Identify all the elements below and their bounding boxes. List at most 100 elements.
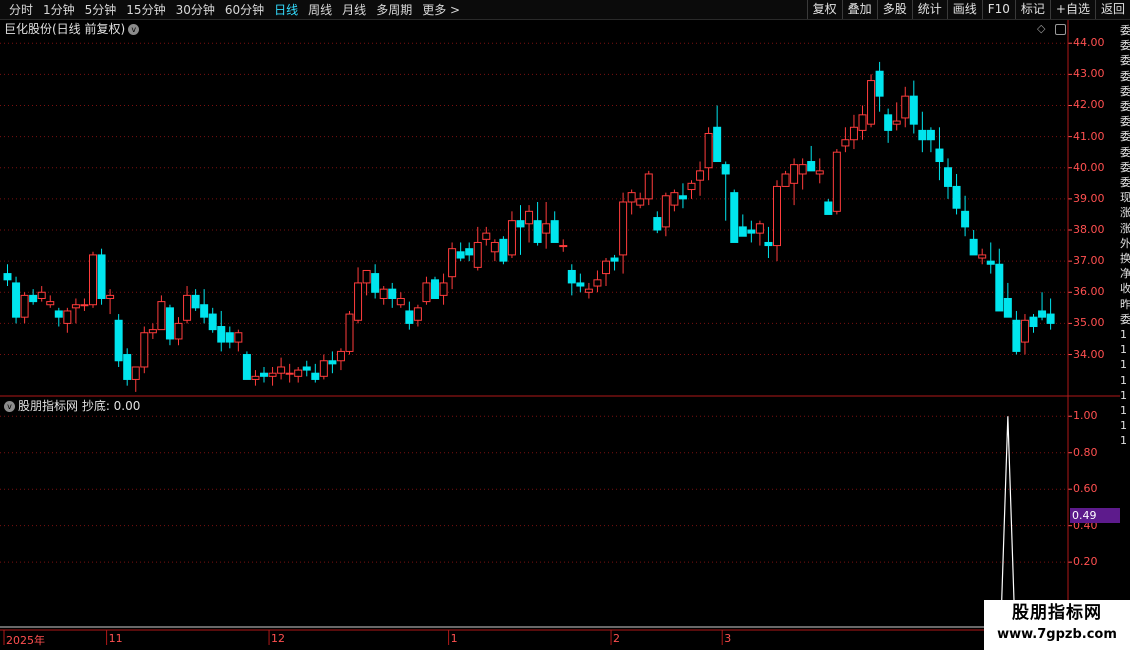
down-candle [499, 236, 508, 265]
candle-body [311, 372, 320, 380]
down-candle [191, 289, 200, 311]
down-candle [328, 351, 337, 374]
candle-body [1020, 319, 1029, 343]
chart-canvas[interactable] [0, 0, 1130, 650]
up-candle [336, 348, 345, 371]
up-candle [277, 357, 286, 380]
candle-body [841, 139, 850, 147]
candle-body [995, 263, 1004, 312]
candle-body [439, 282, 448, 296]
down-candle [884, 108, 893, 143]
candle-body [550, 220, 559, 243]
side-panel-char: 收 [1120, 282, 1130, 296]
candle-body [208, 313, 217, 331]
down-candle [926, 127, 935, 153]
up-candle [37, 286, 46, 302]
candle-body [926, 129, 935, 141]
side-panel-char: 1 [1120, 328, 1127, 341]
side-panel-char: 昨 [1120, 297, 1130, 311]
candle-body [1003, 297, 1012, 318]
down-candle [388, 282, 397, 308]
up-candle [140, 326, 149, 374]
up-candle [593, 270, 602, 293]
candle-body [952, 185, 961, 209]
side-panel-char: 委 [1120, 115, 1130, 129]
up-candle [294, 366, 303, 383]
up-candle [559, 239, 568, 252]
side-panel-char: 现 [1120, 191, 1130, 205]
candle-body [183, 294, 192, 321]
down-candle [918, 111, 927, 153]
down-candle [200, 289, 209, 324]
candle-body [798, 164, 807, 175]
candle-body [302, 366, 311, 371]
candle-body [610, 257, 619, 262]
down-candle [114, 314, 123, 367]
up-candle [20, 292, 29, 324]
side-panel-char: 委 [1120, 100, 1130, 113]
down-candle [567, 264, 576, 296]
up-candle [354, 267, 363, 324]
up-candle [507, 211, 516, 259]
down-candle [533, 201, 542, 246]
price-tick-label: 34.00 [1073, 347, 1105, 361]
up-candle [106, 289, 115, 315]
candle-body [473, 241, 482, 268]
candle-body [892, 120, 901, 125]
watermark: 股朋指标网 www.7gpzb.com [984, 600, 1130, 650]
candle-body [3, 273, 12, 281]
up-candle [687, 180, 696, 199]
down-candle [610, 254, 619, 271]
candle-body [978, 254, 987, 259]
candle-body [12, 282, 21, 318]
candle-body [884, 114, 893, 131]
date-tick-label: 2 [613, 632, 621, 645]
down-candle [97, 248, 106, 305]
up-candle [892, 102, 901, 131]
up-candle [849, 114, 858, 150]
down-candle [995, 248, 1004, 312]
candle-body [29, 294, 38, 303]
candle-body [901, 95, 910, 119]
side-panel-char: 1 [1120, 404, 1127, 417]
candle-body [499, 238, 508, 262]
side-panel-char: 1 [1120, 419, 1127, 433]
candle-body [832, 151, 841, 212]
candle-body [507, 220, 516, 256]
down-candle [944, 158, 952, 199]
candle-body [969, 238, 978, 256]
price-tick-label: 40.00 [1073, 160, 1105, 174]
candle-body [867, 80, 876, 125]
candle-body [354, 282, 363, 321]
candle-body [413, 307, 422, 321]
up-candle [781, 170, 790, 187]
candle-body [148, 329, 157, 334]
candle-body [661, 195, 670, 228]
candle-body [123, 354, 132, 380]
candle-body [781, 173, 790, 187]
candle-body [567, 269, 576, 284]
up-candle [251, 370, 260, 386]
candle-body [875, 70, 884, 97]
down-candle [807, 145, 816, 172]
price-tick-label: 35.00 [1073, 316, 1105, 330]
up-candle [644, 170, 653, 206]
up-candle [490, 239, 499, 262]
up-candle [901, 86, 910, 128]
price-tick-label: 38.00 [1073, 223, 1105, 236]
date-tick-label: 2025年 [6, 634, 45, 647]
candle-body [849, 126, 858, 141]
candle-body [345, 313, 354, 352]
down-candle [29, 289, 38, 305]
up-candle [448, 242, 457, 290]
price-tick-label: 43.00 [1073, 67, 1105, 81]
up-candle [234, 329, 243, 352]
candle-body [584, 288, 593, 293]
up-candle [362, 269, 371, 296]
candle-body [747, 229, 756, 234]
down-candle [165, 304, 174, 346]
price-tick-label: 37.00 [1073, 254, 1105, 268]
candle-body [371, 273, 380, 293]
down-candle [721, 161, 730, 221]
candle-body [448, 248, 457, 278]
